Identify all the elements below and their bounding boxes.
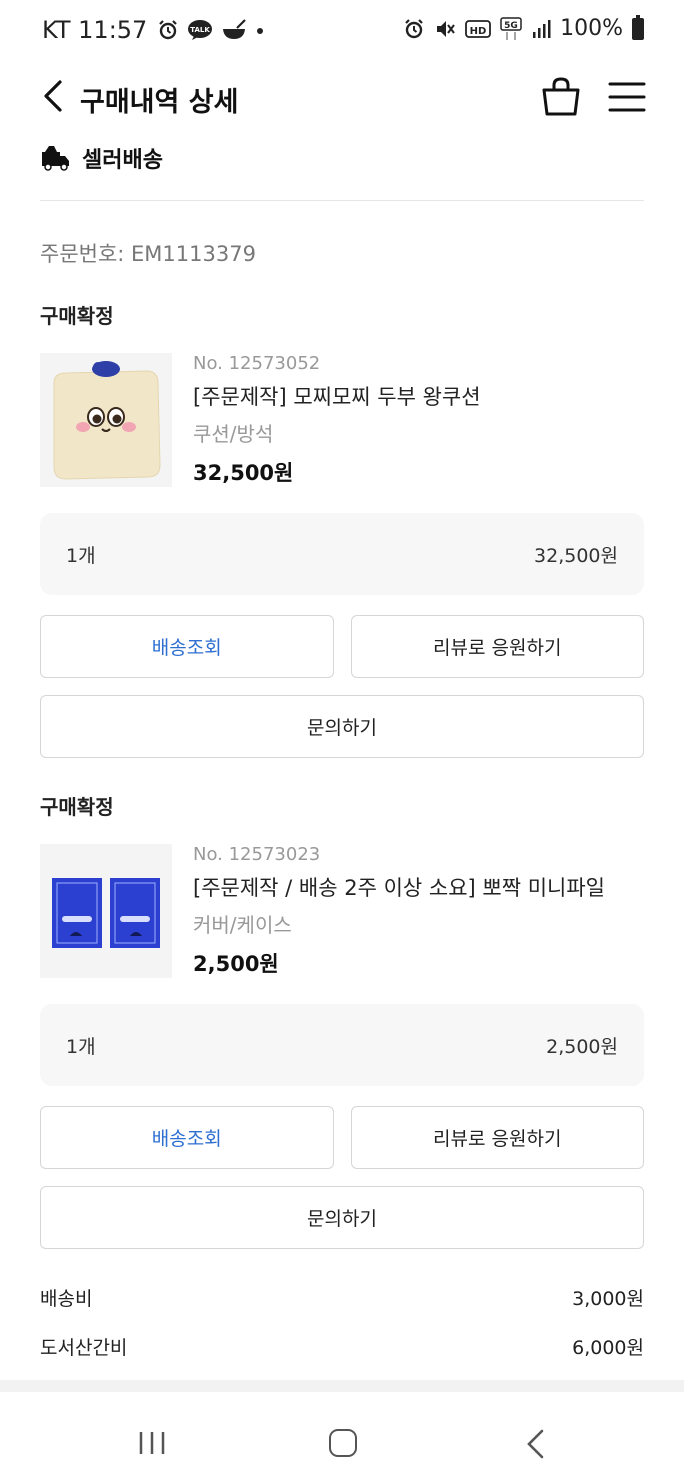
food-app-icon (223, 19, 247, 39)
inquiry-button[interactable]: 문의하기 (40, 1186, 644, 1249)
product-name[interactable]: [주문제작] 모찌모찌 두부 왕쿠션 (193, 383, 481, 411)
write-review-button[interactable]: 리뷰로 응원하기 (350, 1106, 644, 1169)
track-delivery-button[interactable]: 배송조회 (40, 615, 334, 678)
track-delivery-button[interactable]: 배송조회 (40, 1106, 334, 1169)
divider (40, 200, 644, 201)
carrier-time: KT 11:57 (42, 16, 148, 44)
svg-text:HD: HD (470, 26, 487, 37)
product-category: 쿠션/방석 (193, 422, 274, 446)
quantity-summary: 1개 2,500원 (40, 1004, 644, 1086)
product-number: No. 12573052 (193, 353, 321, 374)
delivery-truck-icon (42, 146, 69, 171)
remote-area-fee-row: 도서산간비 6,000원 (40, 1333, 644, 1360)
product-price: 32,500원 (193, 461, 294, 485)
order-item: 구매확정 No. 12573052 [주문제작] 모찌모찌 두부 왕쿠션 쿠션/… (40, 300, 644, 758)
app-header: 구매내역 상세 (0, 62, 684, 134)
tofu-cushion-image (40, 353, 172, 487)
product-price: 2,500원 (193, 952, 279, 976)
quantity: 1개 (66, 1036, 96, 1058)
back-arrow-icon[interactable] (36, 76, 72, 116)
svg-text:TALK: TALK (191, 26, 211, 34)
quantity: 1개 (66, 545, 96, 567)
write-review-button[interactable]: 리뷰로 응원하기 (350, 615, 644, 678)
shipping-fee-row: 배송비 3,000원 (40, 1284, 644, 1311)
recent-apps-icon[interactable] (138, 1430, 166, 1456)
shopping-bag-icon[interactable] (540, 76, 582, 118)
page-title: 구매내역 상세 (80, 87, 239, 118)
order-item: 구매확정 No. 12573023 [주문제작 / 배송 2주 이상 소요] 뽀… (40, 791, 644, 1249)
shipping-fee-value: 3,000원 (572, 1288, 644, 1310)
product-thumbnail[interactable] (40, 844, 172, 978)
home-icon[interactable] (329, 1429, 357, 1457)
alarm-icon (405, 18, 423, 38)
seller-shipping-heading: 셀러배송 (40, 142, 163, 174)
hd-voice-icon: HD (465, 19, 491, 38)
purchase-status: 구매확정 (40, 304, 114, 328)
order-number: 주문번호: EM1113379 (40, 242, 256, 266)
product-name[interactable]: [주문제작 / 배송 2주 이상 소요] 뽀짝 미니파일 (193, 874, 605, 902)
battery-icon (632, 14, 644, 40)
mute-icon (437, 20, 455, 37)
inquiry-button[interactable]: 문의하기 (40, 695, 644, 758)
seller-shipping-label: 셀러배송 (82, 148, 163, 173)
product-number: No. 12573023 (193, 844, 321, 865)
hamburger-menu-icon[interactable] (608, 80, 646, 114)
quantity-price: 32,500원 (534, 545, 618, 567)
dot-icon (257, 28, 264, 34)
system-back-icon[interactable] (524, 1428, 546, 1460)
remote-area-fee-value: 6,000원 (572, 1337, 644, 1359)
purchase-status: 구매확정 (40, 795, 114, 819)
battery-percent: 100% (560, 16, 623, 41)
alarm-icon (159, 20, 178, 40)
status-bar: KT 11:57 TALK HD 5G 100% (0, 0, 684, 62)
5g-icon: 5G (500, 16, 522, 40)
product-category: 커버/케이스 (193, 913, 292, 937)
kakaotalk-icon: TALK (188, 20, 213, 40)
svg-text:5G: 5G (504, 21, 518, 31)
remote-area-fee-label: 도서산간비 (40, 1337, 128, 1359)
mini-file-image (40, 844, 172, 978)
system-navigation-bar (0, 1392, 684, 1482)
product-row[interactable]: No. 12573052 [주문제작] 모찌모찌 두부 왕쿠션 쿠션/방석 32… (40, 353, 644, 503)
product-row[interactable]: No. 12573023 [주문제작 / 배송 2주 이상 소요] 뽀짝 미니파… (40, 844, 644, 994)
quantity-price: 2,500원 (546, 1036, 618, 1058)
signal-icon (533, 19, 551, 38)
section-separator (0, 1380, 684, 1392)
quantity-summary: 1개 32,500원 (40, 513, 644, 595)
shipping-fee-label: 배송비 (40, 1288, 93, 1310)
product-thumbnail[interactable] (40, 353, 172, 487)
